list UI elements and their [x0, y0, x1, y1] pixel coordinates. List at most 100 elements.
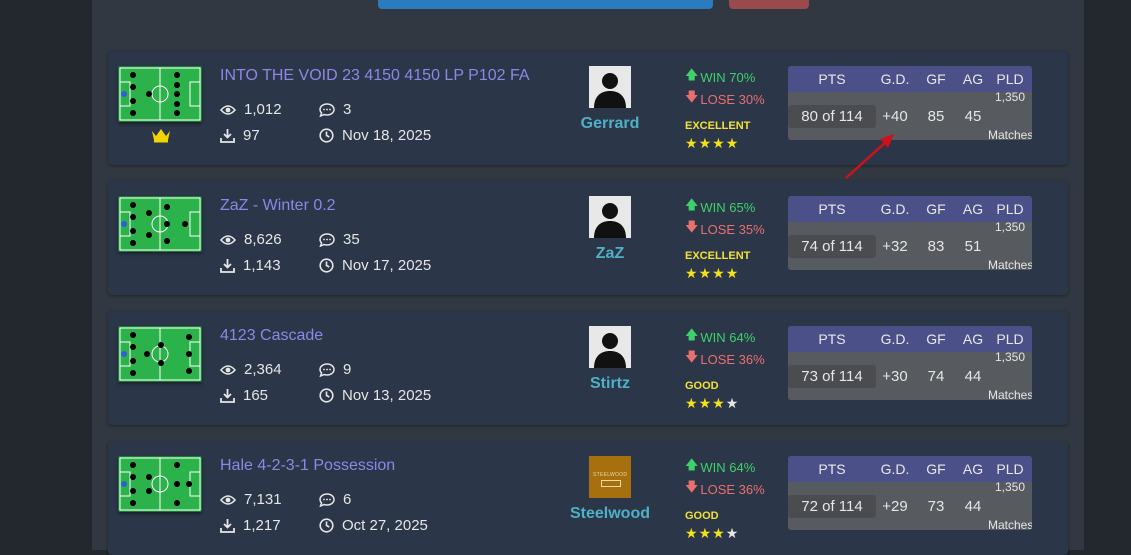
- tactic-title[interactable]: Hale 4-2-3-1 Possession: [220, 457, 395, 475]
- pld-label: Matches: [988, 387, 1032, 401]
- tactic-card: INTO THE VOID 23 4150 4150 LP P102 FA 1,…: [108, 51, 1068, 165]
- down-arrow-icon: 🡇: [685, 219, 699, 234]
- gf-value: 74: [927, 367, 945, 385]
- eye-icon: [220, 494, 236, 505]
- views-stat: 1,012: [220, 101, 282, 118]
- downloads-count: 1,143: [243, 257, 281, 274]
- ag-value: 45: [964, 107, 982, 125]
- comments-stat: 9: [319, 361, 351, 378]
- star-icon: ★: [698, 395, 713, 411]
- download-icon: [220, 519, 235, 533]
- header-ag: AG: [962, 71, 984, 87]
- download-icon: [220, 129, 235, 143]
- header-pts: PTS: [818, 331, 846, 347]
- star-icon: ★: [712, 395, 726, 411]
- crown-icon: [152, 129, 170, 143]
- downloads-count: 97: [243, 127, 260, 144]
- tactic-card: Hale 4-2-3-1 Possession 7,131 6 1,217 Oc…: [108, 441, 1068, 555]
- pld-label: Matches: [988, 517, 1032, 531]
- header-gd: G.D.: [880, 71, 910, 87]
- clock-icon: [319, 388, 334, 403]
- pld-label: Matches: [988, 127, 1032, 141]
- avatar[interactable]: STEELWOOD: [589, 456, 631, 498]
- header-pts: PTS: [818, 201, 846, 217]
- top-secondary-button[interactable]: [729, 0, 809, 9]
- pts-value: 80 of 114: [788, 104, 876, 128]
- win-text: WIN 64%: [700, 459, 756, 475]
- tactic-title[interactable]: 4123 Cascade: [220, 327, 323, 345]
- win-rate: 🡅 WIN 65%: [685, 196, 755, 218]
- formation-pitch[interactable]: [118, 196, 202, 252]
- results-table: PTS G.D. GF AG PLD 80 of 114 +40 85 45 1…: [788, 66, 1032, 140]
- comments-count: 9: [343, 361, 352, 378]
- downloads-count: 1,217: [243, 517, 281, 534]
- avatar[interactable]: [589, 326, 631, 368]
- downloads-count: 165: [243, 387, 269, 404]
- tactic-title[interactable]: INTO THE VOID 23 4150 4150 LP P102 FA: [220, 67, 530, 85]
- star-icon: ★: [685, 265, 699, 281]
- pld-number: 1,350: [994, 349, 1026, 364]
- down-arrow-icon: 🡇: [685, 349, 699, 364]
- star-icon: ★: [725, 265, 740, 281]
- win-rate: 🡅 WIN 64%: [685, 326, 755, 348]
- gd-value: +32: [882, 237, 908, 255]
- tactic-card: 4123 Cascade 2,364 9 165 Nov 13, 2025 St…: [108, 311, 1068, 425]
- comment-icon: [319, 102, 335, 117]
- avatar[interactable]: [589, 66, 631, 108]
- avatar-silhouette-icon: [594, 203, 626, 238]
- comments-stat: 3: [319, 101, 351, 118]
- date-stat: Nov 13, 2025: [319, 387, 431, 404]
- lose-text: LOSE 36%: [700, 481, 765, 497]
- down-arrow-icon: 🡇: [685, 89, 699, 104]
- author-link[interactable]: ZaZ: [550, 245, 670, 263]
- header-gd: G.D.: [880, 331, 910, 347]
- downloads-stat: 1,143: [220, 257, 281, 274]
- tactic-title[interactable]: ZaZ - Winter 0.2: [220, 197, 336, 215]
- gd-value: +29: [882, 497, 908, 515]
- comments-stat: 6: [319, 491, 351, 508]
- rating-stars: ★★★★: [685, 395, 739, 412]
- rating-label: GOOD: [685, 510, 719, 522]
- rating-label: EXCELLENT: [685, 120, 751, 132]
- formation-pitch[interactable]: [118, 326, 202, 382]
- top-primary-button[interactable]: [378, 0, 713, 9]
- rating-label: EXCELLENT: [685, 250, 751, 262]
- clock-icon: [319, 518, 334, 533]
- pts-value: 72 of 114: [788, 494, 876, 518]
- eye-icon: [220, 234, 236, 245]
- formation-pitch[interactable]: [118, 66, 202, 122]
- author-link[interactable]: Stirtz: [550, 375, 670, 393]
- rating-stars: ★★★★: [685, 135, 739, 152]
- star-icon: ★: [725, 525, 740, 541]
- author-link[interactable]: Gerrard: [550, 115, 670, 133]
- lose-text: LOSE 36%: [700, 351, 765, 367]
- win-text: WIN 65%: [700, 199, 756, 215]
- downloads-stat: 165: [220, 387, 268, 404]
- upload-date: Nov 18, 2025: [342, 127, 432, 144]
- results-table: PTS G.D. GF AG PLD 72 of 114 +29 73 44 1…: [788, 456, 1032, 530]
- views-count: 8,626: [244, 231, 282, 248]
- lose-text: LOSE 30%: [700, 91, 765, 107]
- eye-icon: [220, 364, 236, 375]
- downloads-stat: 97: [220, 127, 260, 144]
- star-icon: ★: [698, 265, 713, 281]
- header-pts: PTS: [818, 461, 846, 477]
- avatar-logo-mark: [601, 480, 621, 487]
- comments-count: 3: [343, 101, 352, 118]
- avatar-logo-text: STEELWOOD: [593, 472, 628, 478]
- star-icon: ★: [698, 135, 713, 151]
- star-icon: ★: [685, 525, 699, 541]
- comment-icon: [319, 362, 335, 377]
- gf-value: 85: [927, 107, 945, 125]
- upload-date: Oct 27, 2025: [342, 517, 428, 534]
- formation-pitch[interactable]: [118, 456, 202, 512]
- author-link[interactable]: Steelwood: [550, 505, 670, 523]
- lose-rate: 🡇 LOSE 36%: [685, 348, 765, 370]
- star-icon: ★: [725, 135, 740, 151]
- up-arrow-icon: 🡅: [685, 327, 699, 342]
- avatar[interactable]: [589, 196, 631, 238]
- pld-value: 1,350 Matches: [988, 348, 1032, 401]
- views-count: 7,131: [244, 491, 282, 508]
- star-icon: ★: [712, 135, 726, 151]
- header-pld: PLD: [996, 71, 1024, 87]
